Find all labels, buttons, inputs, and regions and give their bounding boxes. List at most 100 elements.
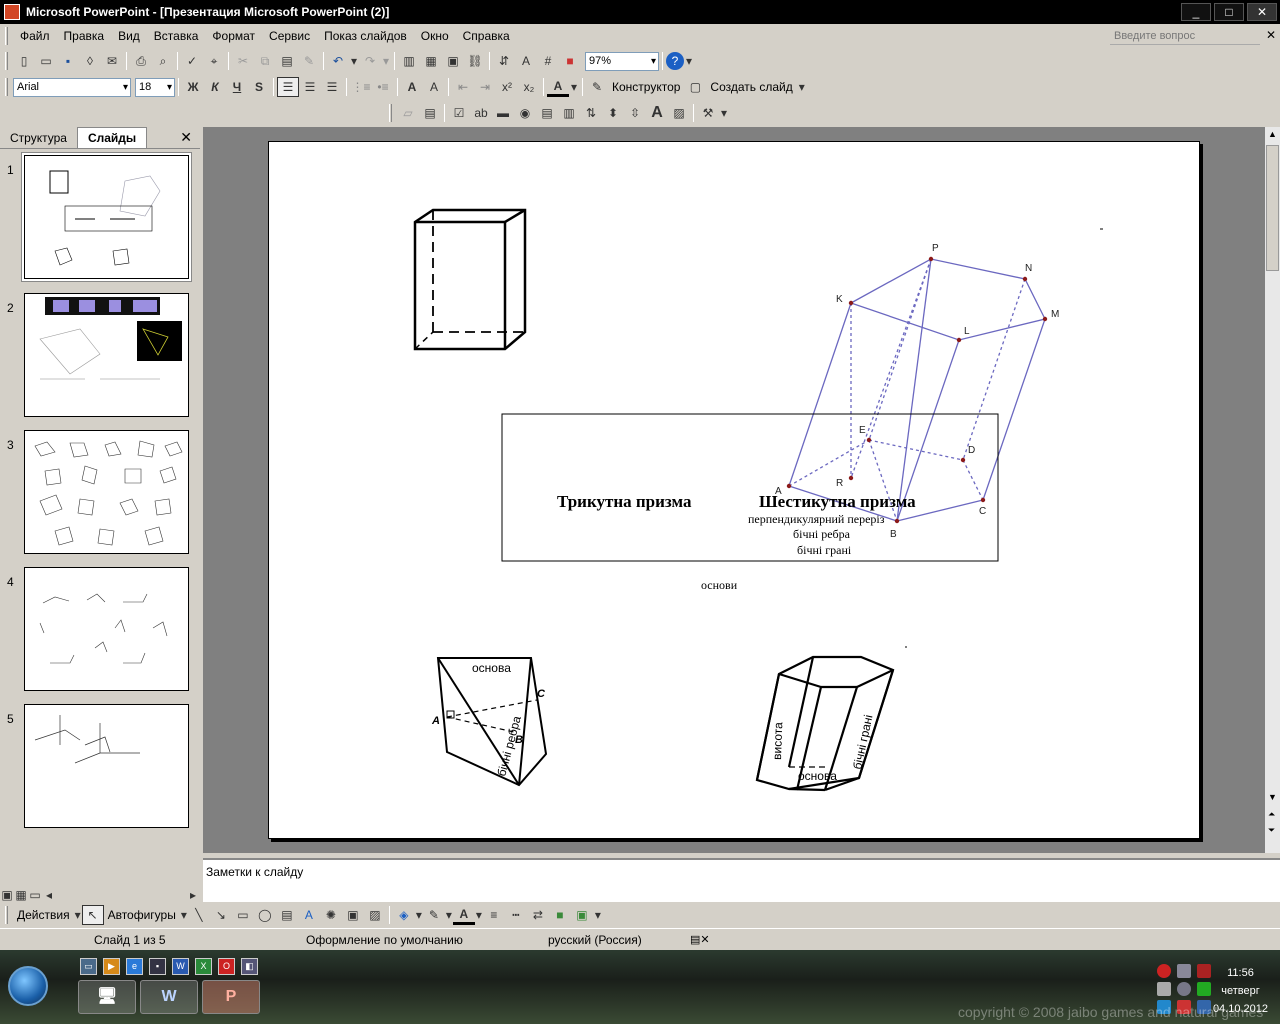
editor-vertical-scrollbar[interactable]: ▲ ▼ ⏶ ⏷ bbox=[1265, 127, 1280, 853]
fill-color-dropdown-icon[interactable]: ▾ bbox=[415, 905, 423, 925]
undo-dropdown-icon[interactable]: ▾ bbox=[349, 51, 359, 71]
notes-pane[interactable]: Заметки к слайду bbox=[203, 858, 1280, 902]
tab-outline[interactable]: Структура bbox=[0, 128, 77, 148]
menu-view[interactable]: Вид bbox=[111, 24, 147, 48]
document-close-icon[interactable]: ✕ bbox=[1266, 28, 1276, 42]
arrow-tool-icon[interactable]: ↘ bbox=[210, 905, 232, 925]
scroll-right-icon[interactable]: ▸ bbox=[186, 888, 200, 902]
select-objects-icon[interactable]: ↖ bbox=[81, 905, 104, 925]
line-color-dropdown-icon[interactable]: ▾ bbox=[445, 905, 453, 925]
textbox-tool-icon[interactable]: ▤ bbox=[276, 905, 298, 925]
subscript-button[interactable]: x₂ bbox=[518, 77, 540, 97]
printer-tray-icon[interactable] bbox=[1177, 964, 1191, 978]
font-name-select[interactable]: Arial bbox=[13, 77, 131, 97]
label-lateral-faces[interactable]: бічні грані bbox=[797, 543, 851, 558]
scrollbar-control-icon[interactable]: ⇳ bbox=[624, 103, 646, 123]
picture-tool-icon[interactable]: ▨ bbox=[364, 905, 386, 925]
align-center-icon[interactable]: ☰ bbox=[299, 77, 321, 97]
network-status-icon[interactable] bbox=[1197, 982, 1211, 996]
word-task-button[interactable]: W bbox=[140, 980, 198, 1014]
shadow-button[interactable]: S bbox=[248, 77, 270, 97]
designer-icon[interactable]: ✎ bbox=[586, 77, 608, 97]
slide-canvas[interactable]: P N K L M E D R A B C A B C основа бічні… bbox=[268, 141, 1200, 839]
show-formatting-icon[interactable]: A bbox=[515, 51, 537, 71]
shadow-style-icon[interactable]: ■ bbox=[549, 905, 571, 925]
email-icon[interactable]: ✉ bbox=[101, 51, 123, 71]
toolbar-grip[interactable] bbox=[5, 52, 8, 70]
volume-icon[interactable] bbox=[1157, 982, 1171, 996]
toolbar-grip[interactable] bbox=[5, 78, 8, 96]
menu-format[interactable]: Формат bbox=[205, 24, 262, 48]
font-color-icon[interactable]: A bbox=[452, 905, 475, 925]
label-cross-section[interactable]: перпендикулярний переріз bbox=[748, 512, 900, 527]
spin-button-control-icon[interactable]: ⬍ bbox=[602, 103, 624, 123]
powerpoint-task-button[interactable]: P bbox=[202, 980, 260, 1014]
new-document-icon[interactable]: ▯ bbox=[13, 51, 35, 71]
fill-color-icon[interactable]: ◈ bbox=[393, 905, 415, 925]
permission-icon[interactable]: ◊ bbox=[79, 51, 101, 71]
word-icon[interactable]: W bbox=[172, 958, 189, 975]
redo-dropdown-icon[interactable]: ▾ bbox=[381, 51, 391, 71]
slide-thumbnail-3[interactable]: 3 bbox=[4, 430, 194, 556]
opera-tray-icon[interactable] bbox=[1157, 964, 1171, 978]
slide-thumbnail-5[interactable]: 5 bbox=[4, 704, 194, 830]
maximize-button[interactable]: □ bbox=[1214, 3, 1244, 21]
slide-thumbnail-2[interactable]: 2 bbox=[4, 293, 194, 419]
scroll-up-icon[interactable]: ▲ bbox=[1268, 129, 1277, 139]
autoshapes-dropdown-icon[interactable]: ▾ bbox=[180, 905, 188, 925]
toolbar-options-icon[interactable]: ▾ bbox=[593, 905, 603, 925]
spelling-icon[interactable]: ✓ bbox=[181, 51, 203, 71]
copy-icon[interactable]: ⧉ bbox=[254, 51, 276, 71]
new-slide-button[interactable]: Создать слайд bbox=[706, 80, 796, 94]
properties-icon[interactable]: ▤ bbox=[419, 103, 441, 123]
expand-all-icon[interactable]: ⇵ bbox=[493, 51, 515, 71]
previous-slide-icon[interactable]: ⏶ bbox=[1268, 809, 1275, 820]
next-slide-icon[interactable]: ⏷ bbox=[1268, 825, 1275, 836]
open-folder-icon[interactable]: ▭ bbox=[35, 51, 57, 71]
menu-file[interactable]: Файл bbox=[13, 24, 57, 48]
media-player-icon[interactable]: ▶ bbox=[103, 958, 120, 975]
toggle-button-control-icon[interactable]: ⇅ bbox=[580, 103, 602, 123]
italic-button[interactable]: К bbox=[204, 77, 226, 97]
scroll-left-icon[interactable]: ◂ bbox=[42, 888, 56, 902]
help-icon[interactable]: ? bbox=[666, 52, 684, 70]
font-color-dropdown-icon[interactable]: ▾ bbox=[569, 77, 579, 97]
paste-icon[interactable]: ▤ bbox=[276, 51, 298, 71]
status-design[interactable]: Оформление по умолчанию bbox=[306, 933, 463, 947]
listbox-control-icon[interactable]: ▤ bbox=[536, 103, 558, 123]
combobox-control-icon[interactable]: ▥ bbox=[558, 103, 580, 123]
bullets-icon[interactable]: •≡ bbox=[372, 77, 394, 97]
increase-indent-icon[interactable]: ⇥ bbox=[474, 77, 496, 97]
clipart-tool-icon[interactable]: ▣ bbox=[342, 905, 364, 925]
font-color-dropdown-icon[interactable]: ▾ bbox=[475, 905, 483, 925]
format-painter-icon[interactable]: ✎ bbox=[298, 51, 320, 71]
print-preview-icon[interactable]: ⌕ bbox=[152, 51, 174, 71]
status-language[interactable]: русский (Россия) bbox=[548, 933, 642, 947]
redo-icon[interactable]: ↷ bbox=[359, 51, 381, 71]
research-icon[interactable]: ⌖ bbox=[203, 51, 225, 71]
image-control-icon[interactable]: ▨ bbox=[668, 103, 690, 123]
explorer-task-button[interactable]: 🖥 bbox=[78, 980, 136, 1014]
align-right-icon[interactable]: ☰ bbox=[321, 77, 343, 97]
designer-button[interactable]: Конструктор bbox=[608, 80, 684, 94]
close-button[interactable]: ✕ bbox=[1247, 3, 1277, 21]
slide-thumbnail-1[interactable]: 1 bbox=[4, 153, 194, 281]
menu-insert[interactable]: Вставка bbox=[147, 24, 206, 48]
label-bases[interactable]: основи bbox=[701, 578, 737, 593]
menu-help[interactable]: Справка bbox=[456, 24, 517, 48]
3d-style-icon[interactable]: ▣ bbox=[571, 905, 593, 925]
numbering-icon[interactable]: ⋮≡ bbox=[350, 77, 372, 97]
label-lateral-edges[interactable]: бічні ребра bbox=[793, 527, 850, 542]
label-hexagonal-prism[interactable]: Шестикутна призма bbox=[759, 492, 916, 512]
menu-tools[interactable]: Сервис bbox=[262, 24, 317, 48]
color-grayscale-icon[interactable]: ■ bbox=[559, 51, 581, 71]
rectangle-tool-icon[interactable]: ▭ bbox=[232, 905, 254, 925]
superscript-button[interactable]: x² bbox=[496, 77, 518, 97]
grow-font-button[interactable]: A bbox=[401, 77, 423, 97]
ask-question-input[interactable]: Введите вопрос bbox=[1110, 27, 1260, 45]
label-triangular-prism[interactable]: Трикутна призма bbox=[557, 492, 692, 512]
normal-view-icon[interactable]: ▣ bbox=[0, 888, 14, 902]
scroll-down-icon[interactable]: ▼ bbox=[1268, 792, 1277, 802]
cut-icon[interactable]: ✂ bbox=[232, 51, 254, 71]
slideshow-view-icon[interactable]: ▭ bbox=[28, 888, 42, 902]
